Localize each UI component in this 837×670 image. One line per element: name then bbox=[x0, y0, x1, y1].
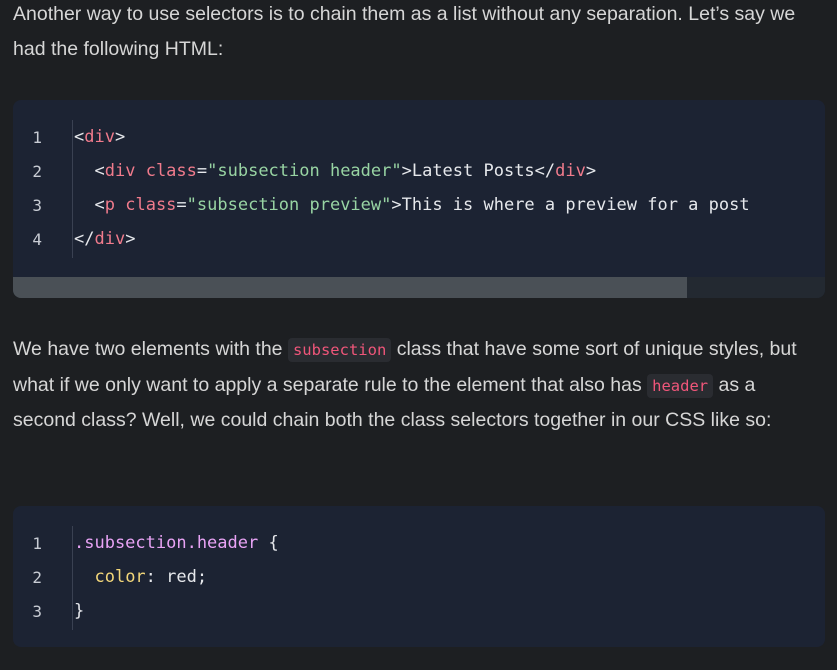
html-code-block: 1 <div> 2 <div class="subsection header"… bbox=[13, 100, 825, 298]
code-text: color: red; bbox=[57, 567, 207, 587]
code-line: 1 <div> bbox=[13, 120, 825, 154]
intro-paragraph: Another way to use selectors is to chain… bbox=[13, 3, 796, 60]
code-lines: 1 <div> 2 <div class="subsection header"… bbox=[13, 120, 825, 256]
token-string: "subsection header" bbox=[207, 161, 402, 181]
token-tag: div bbox=[555, 161, 586, 181]
inline-code-subsection: subsection bbox=[287, 338, 392, 362]
token-punct: : bbox=[145, 567, 167, 587]
token-tag: div bbox=[104, 161, 136, 181]
code-text: <div> bbox=[57, 127, 125, 147]
code-text: <div class="subsection header">Latest Po… bbox=[57, 161, 596, 181]
token-punct: < bbox=[94, 161, 105, 181]
token-punct: < bbox=[94, 195, 105, 215]
explanation-text: We have two elements with the bbox=[13, 338, 288, 360]
token-attr: class bbox=[145, 161, 197, 181]
css-code-block: 1 .subsection.header { 2 color: red; 3 } bbox=[13, 506, 825, 647]
line-number: 2 bbox=[32, 161, 42, 181]
code-text: </div> bbox=[57, 229, 135, 249]
line-number: 1 bbox=[32, 533, 42, 553]
token-punct: > bbox=[125, 229, 136, 249]
horizontal-scrollbar[interactable] bbox=[13, 277, 825, 298]
token-text: >Latest Posts</ bbox=[401, 161, 556, 181]
code-text: } bbox=[57, 601, 84, 621]
code-line: 3 <p class="subsection preview">This is … bbox=[13, 188, 825, 222]
code-line: 1 .subsection.header { bbox=[13, 526, 825, 560]
token-punct: < bbox=[74, 127, 85, 147]
token-punct: } bbox=[74, 601, 85, 621]
inline-code-header: header bbox=[647, 373, 714, 398]
line-number: 4 bbox=[32, 229, 42, 249]
token-attr: class bbox=[125, 195, 177, 215]
code-lines: 1 .subsection.header { 2 color: red; 3 } bbox=[13, 526, 825, 628]
line-number: 3 bbox=[32, 601, 42, 621]
line-number: 3 bbox=[32, 195, 42, 215]
code-line: 2 color: red; bbox=[13, 560, 825, 594]
token-string: "subsection preview" bbox=[186, 195, 392, 215]
line-number: 1 bbox=[32, 127, 42, 147]
token-value: red; bbox=[166, 567, 208, 587]
token-text: >This is where a preview for a post bbox=[391, 195, 750, 215]
explanation-paragraph: We have two elements with the subsection… bbox=[13, 332, 823, 438]
code-text: <p class="subsection preview">This is wh… bbox=[57, 195, 750, 215]
code-line: 4 </div> bbox=[13, 222, 825, 256]
token-punct: { bbox=[258, 533, 279, 553]
token-property: color bbox=[94, 567, 146, 587]
token-punct: > bbox=[585, 161, 597, 181]
token-tag: div bbox=[84, 127, 115, 147]
token-punct: = bbox=[196, 161, 208, 181]
code-line: 2 <div class="subsection header">Latest … bbox=[13, 154, 825, 188]
scrollbar-thumb[interactable] bbox=[13, 277, 687, 298]
code-text: .subsection.header { bbox=[57, 533, 279, 553]
code-line: 3 } bbox=[13, 594, 825, 628]
token-punct: </ bbox=[74, 229, 95, 249]
token-selector: .subsection.header bbox=[74, 533, 259, 553]
token-tag: div bbox=[94, 229, 126, 249]
token-tag: p bbox=[104, 195, 115, 215]
line-number: 2 bbox=[32, 567, 42, 587]
token-punct: > bbox=[114, 127, 126, 147]
token-punct: = bbox=[176, 195, 187, 215]
